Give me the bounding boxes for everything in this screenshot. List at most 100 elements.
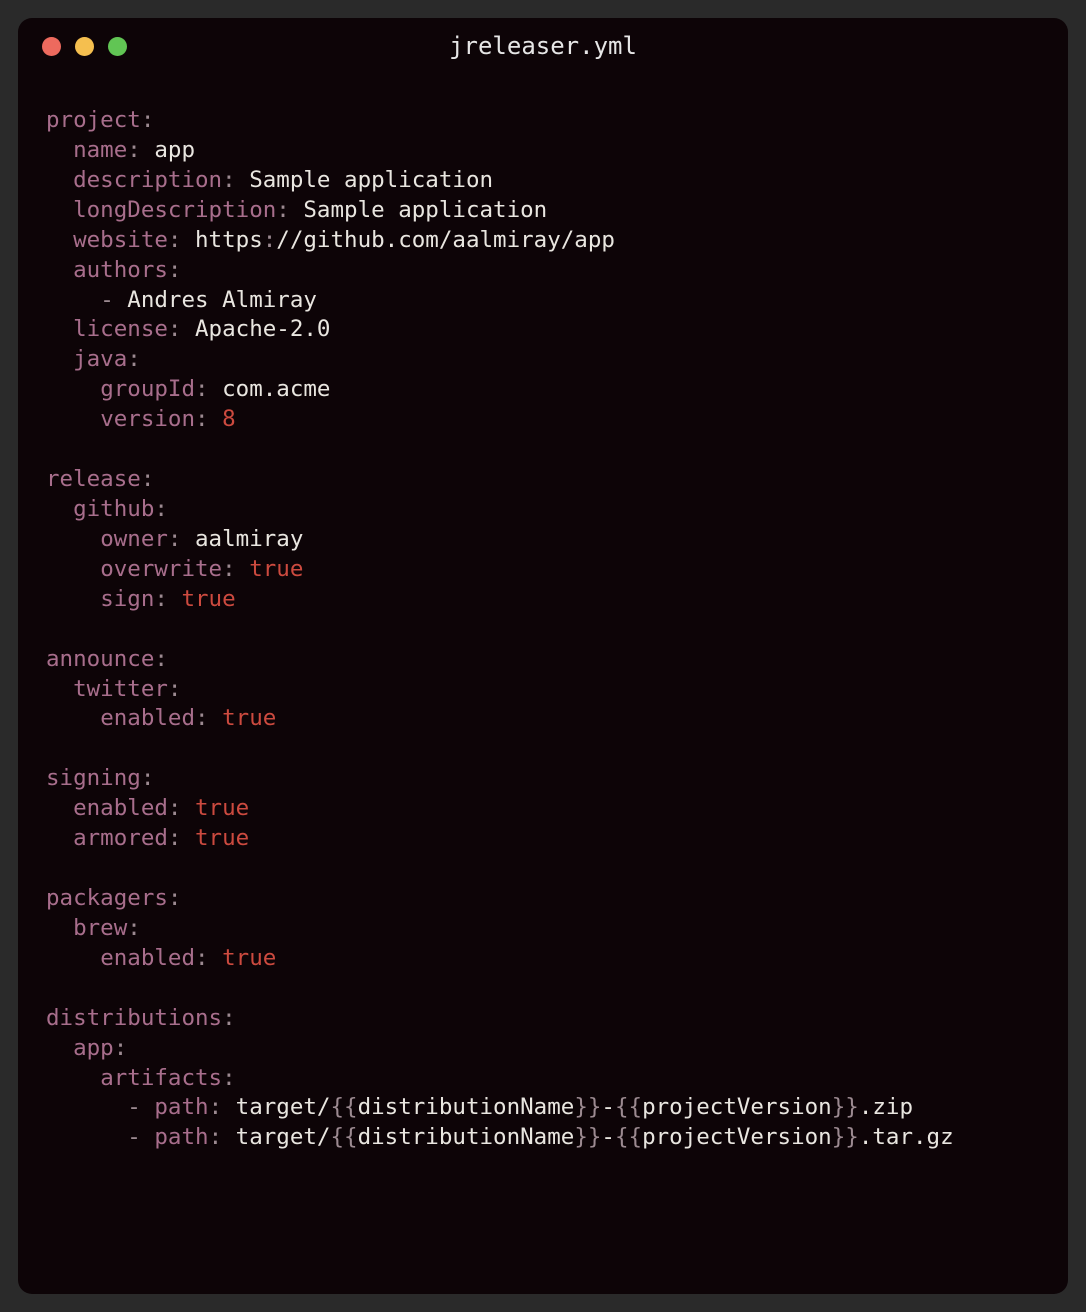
- lbrace: {{: [615, 1124, 642, 1150]
- close-icon[interactable]: [42, 37, 61, 56]
- yaml-value: target/: [236, 1094, 331, 1120]
- yaml-value: -: [601, 1124, 615, 1150]
- colon: :: [168, 676, 182, 702]
- yaml-key: license: [73, 316, 168, 342]
- yaml-value: app: [154, 137, 195, 163]
- colon: :: [209, 1124, 223, 1150]
- colon: :: [168, 825, 182, 851]
- yaml-key: project: [46, 107, 141, 133]
- code-content[interactable]: project: name: app description: Sample a…: [18, 74, 1068, 1294]
- yaml-key: path: [154, 1094, 208, 1120]
- yaml-key: overwrite: [100, 556, 222, 582]
- list-dash: -: [127, 1094, 141, 1120]
- rbrace: }}: [574, 1094, 601, 1120]
- yaml-key: github: [73, 496, 154, 522]
- yaml-value: -: [601, 1094, 615, 1120]
- yaml-value: target/: [236, 1124, 331, 1150]
- rbrace: }}: [832, 1124, 859, 1150]
- yaml-value: 8: [222, 406, 236, 432]
- list-dash: -: [100, 287, 114, 313]
- lbrace: {{: [330, 1124, 357, 1150]
- yaml-key: owner: [100, 526, 168, 552]
- yaml-key: longDescription: [73, 197, 276, 223]
- yaml-value: .zip: [859, 1094, 913, 1120]
- colon: :: [168, 227, 182, 253]
- colon: :: [127, 346, 141, 372]
- yaml-key: announce: [46, 646, 154, 672]
- colon: :: [276, 197, 290, 223]
- colon: :: [168, 316, 182, 342]
- yaml-key: groupId: [100, 376, 195, 402]
- yaml-key: website: [73, 227, 168, 253]
- colon: :: [195, 406, 209, 432]
- colon: :: [154, 496, 168, 522]
- yaml-var: distributionName: [358, 1094, 575, 1120]
- window-titlebar: jreleaser.yml: [18, 18, 1068, 74]
- window-title: jreleaser.yml: [449, 32, 637, 60]
- zoom-icon[interactable]: [108, 37, 127, 56]
- yaml-value: true: [222, 945, 276, 971]
- colon: :: [141, 765, 155, 791]
- window-controls: [18, 37, 127, 56]
- yaml-key: packagers: [46, 885, 168, 911]
- list-dash: -: [127, 1124, 141, 1150]
- colon: :: [222, 556, 236, 582]
- colon: :: [195, 945, 209, 971]
- yaml-var: projectVersion: [642, 1094, 832, 1120]
- yaml-key: armored: [73, 825, 168, 851]
- yaml-key: java: [73, 346, 127, 372]
- yaml-key: artifacts: [100, 1065, 222, 1091]
- colon: :: [154, 646, 168, 672]
- yaml-key: sign: [100, 586, 154, 612]
- colon: :: [209, 1094, 223, 1120]
- colon: :: [141, 466, 155, 492]
- yaml-key: name: [73, 137, 127, 163]
- yaml-var: projectVersion: [642, 1124, 832, 1150]
- yaml-value: true: [181, 586, 235, 612]
- yaml-key: description: [73, 167, 222, 193]
- yaml-key: enabled: [73, 795, 168, 821]
- yaml-value: true: [249, 556, 303, 582]
- rbrace: }}: [832, 1094, 859, 1120]
- minimize-icon[interactable]: [75, 37, 94, 56]
- yaml-key: enabled: [100, 705, 195, 731]
- yaml-key: release: [46, 466, 141, 492]
- yaml-key: version: [100, 406, 195, 432]
- yaml-value: true: [195, 795, 249, 821]
- yaml-value: true: [195, 825, 249, 851]
- rbrace: }}: [574, 1124, 601, 1150]
- yaml-key: distributions: [46, 1005, 222, 1031]
- yaml-key: app: [73, 1035, 114, 1061]
- colon: :: [168, 257, 182, 283]
- colon: :: [168, 526, 182, 552]
- yaml-value: Sample application: [303, 197, 547, 223]
- yaml-var: distributionName: [358, 1124, 575, 1150]
- yaml-value: Apache-2.0: [195, 316, 330, 342]
- yaml-value: .tar.gz: [859, 1124, 954, 1150]
- lbrace: {{: [330, 1094, 357, 1120]
- yaml-value: Sample application: [249, 167, 493, 193]
- yaml-value: https: [195, 227, 263, 253]
- lbrace: {{: [615, 1094, 642, 1120]
- colon: :: [195, 376, 209, 402]
- colon: :: [127, 915, 141, 941]
- yaml-key: signing: [46, 765, 141, 791]
- colon: :: [222, 1065, 236, 1091]
- colon: :: [195, 705, 209, 731]
- yaml-key: twitter: [73, 676, 168, 702]
- yaml-value: aalmiray: [195, 526, 303, 552]
- yaml-value: com.acme: [222, 376, 330, 402]
- colon: :: [263, 227, 277, 253]
- yaml-key: authors: [73, 257, 168, 283]
- colon: :: [114, 1035, 128, 1061]
- colon: :: [127, 137, 141, 163]
- colon: :: [222, 167, 236, 193]
- colon: :: [168, 795, 182, 821]
- yaml-value: //github.com/aalmiray/app: [276, 227, 615, 253]
- yaml-key: enabled: [100, 945, 195, 971]
- colon: :: [168, 885, 182, 911]
- yaml-key: path: [154, 1124, 208, 1150]
- colon: :: [141, 107, 155, 133]
- editor-window: jreleaser.yml project: name: app descrip…: [18, 18, 1068, 1294]
- yaml-key: brew: [73, 915, 127, 941]
